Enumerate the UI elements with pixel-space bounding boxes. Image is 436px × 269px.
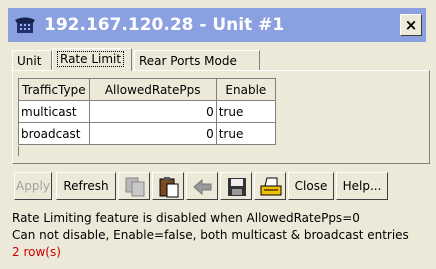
phone-icon: [14, 15, 36, 35]
row-count-label: 2 row(s): [12, 245, 61, 259]
status-line-1: Rate Limiting feature is disabled when A…: [12, 211, 360, 225]
apply-button[interactable]: Apply: [14, 172, 52, 200]
window-close-button[interactable]: ×: [400, 14, 422, 36]
table-row[interactable]: multicast 0 true: [18, 100, 277, 123]
tab-rate-limit[interactable]: Rate Limit: [52, 48, 132, 71]
close-button[interactable]: Close: [288, 172, 334, 200]
column-header-traffictype[interactable]: TrafficType: [18, 78, 90, 101]
tab-rear-ports-mode-label: Rear Ports Mode: [139, 54, 237, 68]
paste-button[interactable]: [152, 172, 184, 200]
cell-allowedratepps[interactable]: 0: [88, 122, 217, 145]
tab-unit-label: Unit: [17, 54, 42, 68]
cell-enable[interactable]: true: [215, 122, 277, 145]
column-header-enable[interactable]: Enable: [215, 78, 277, 101]
window-title: 192.167.120.28 - Unit #1: [44, 15, 285, 35]
help-button[interactable]: Help...: [336, 172, 388, 200]
print-button[interactable]: [254, 172, 286, 200]
undo-button[interactable]: [186, 172, 218, 200]
tab-rate-limit-label: Rate Limit: [57, 51, 125, 67]
status-line-2: Can not disable, Enable=false, both mult…: [12, 228, 409, 242]
tab-unit[interactable]: Unit: [12, 50, 52, 70]
table-empty-area: [18, 146, 277, 156]
column-header-allowedratepps[interactable]: AllowedRatePps: [88, 78, 217, 101]
cell-traffictype[interactable]: broadcast: [18, 122, 90, 145]
cell-traffictype[interactable]: multicast: [18, 100, 90, 123]
cell-allowedratepps[interactable]: 0: [88, 100, 217, 123]
refresh-button[interactable]: Refresh: [56, 172, 116, 200]
cell-enable[interactable]: true: [215, 100, 277, 123]
table-row[interactable]: broadcast 0 true: [18, 122, 277, 145]
title-bar[interactable]: 192.167.120.28 - Unit #1 ×: [8, 8, 426, 42]
tab-rear-ports-mode[interactable]: Rear Ports Mode: [134, 50, 260, 70]
rate-limit-table: TrafficType AllowedRatePps Enable multic…: [18, 78, 277, 145]
save-button[interactable]: [220, 172, 252, 200]
copy-button[interactable]: [118, 172, 150, 200]
dialog-window: 192.167.120.28 - Unit #1 × Unit Rate Lim…: [0, 0, 436, 269]
